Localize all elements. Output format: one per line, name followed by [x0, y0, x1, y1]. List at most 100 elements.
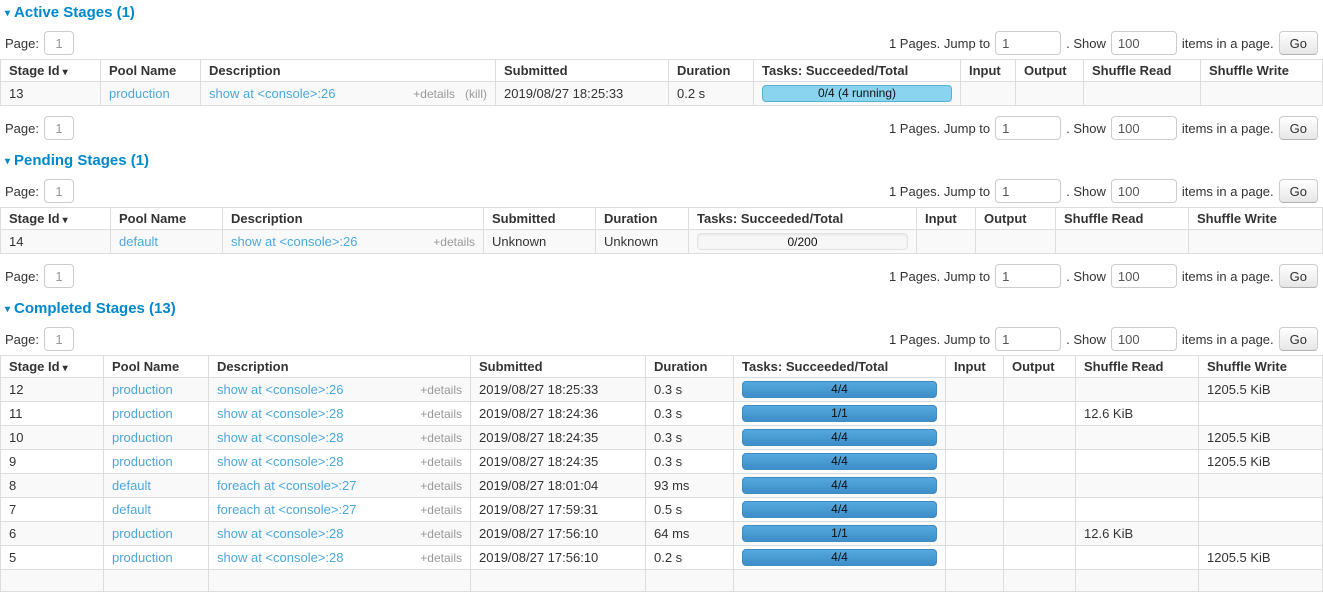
column-header-output[interactable]: Output [1016, 60, 1084, 82]
kill-link[interactable]: (kill) [465, 87, 487, 101]
jump-to-page-input[interactable] [995, 327, 1061, 351]
description-link[interactable]: show at <console>:28 [217, 526, 343, 541]
go-button[interactable]: Go [1279, 264, 1318, 288]
pool-name-link[interactable]: default [112, 478, 151, 493]
details-toggle[interactable]: +details [420, 407, 462, 421]
jump-to-page-input[interactable] [995, 264, 1061, 288]
details-toggle[interactable]: +details [420, 455, 462, 469]
column-header-pool-name[interactable]: Pool Name [111, 208, 223, 230]
page-number-input[interactable] [44, 327, 74, 351]
pool-name-link[interactable]: production [109, 86, 170, 101]
description-link[interactable]: show at <console>:28 [217, 550, 343, 565]
details-toggle[interactable]: +details [420, 383, 462, 397]
column-header-tasks-succeeded-total[interactable]: Tasks: Succeeded/Total [689, 208, 917, 230]
details-toggle[interactable]: +details [420, 551, 462, 565]
pool-name-link[interactable]: production [112, 550, 173, 565]
description-link[interactable]: foreach at <console>:27 [217, 502, 357, 517]
go-button[interactable]: Go [1279, 116, 1318, 140]
column-header-submitted[interactable]: Submitted [496, 60, 669, 82]
stage-id-cell: 8 [1, 474, 104, 498]
column-header-input[interactable]: Input [961, 60, 1016, 82]
page-size-input[interactable] [1111, 179, 1177, 203]
pool-name-link[interactable]: production [112, 454, 173, 469]
column-header-stage-id[interactable]: Stage Id▾ [1, 60, 101, 82]
description-link[interactable]: show at <console>:26 [231, 234, 357, 249]
column-header-label: Shuffle Read [1064, 211, 1143, 226]
page-size-input[interactable] [1111, 31, 1177, 55]
column-header-stage-id[interactable]: Stage Id▾ [1, 208, 111, 230]
column-header-label: Duration [604, 211, 657, 226]
description-cell: show at <console>:28 +details [209, 402, 471, 426]
page-number-input[interactable] [44, 116, 74, 140]
column-header-description[interactable]: Description [201, 60, 496, 82]
description-link[interactable]: show at <console>:28 [217, 454, 343, 469]
page-number-input[interactable] [44, 31, 74, 55]
column-header-stage-id[interactable]: Stage Id▾ [1, 356, 104, 378]
page-size-input[interactable] [1111, 264, 1177, 288]
section-toggle-active[interactable]: ▾Active Stages (1) [5, 4, 1318, 23]
column-header-shuffle-read[interactable]: Shuffle Read [1056, 208, 1189, 230]
go-button[interactable]: Go [1279, 327, 1318, 351]
pool-name-link[interactable]: default [119, 234, 158, 249]
column-header-shuffle-write[interactable]: Shuffle Write [1201, 60, 1323, 82]
column-header-submitted[interactable]: Submitted [471, 356, 646, 378]
column-header-input[interactable]: Input [946, 356, 1004, 378]
header-row: Stage Id▾Pool NameDescriptionSubmittedDu… [1, 60, 1323, 82]
description-link[interactable]: show at <console>:28 [217, 430, 343, 445]
pool-name-link[interactable]: default [112, 502, 151, 517]
pending-stages-section: ▾Pending Stages (1) Page: 1 Pages. Jump … [0, 152, 1323, 288]
pool-name-link[interactable]: production [112, 430, 173, 445]
jump-to-page-input[interactable] [995, 31, 1061, 55]
column-header-description[interactable]: Description [209, 356, 471, 378]
column-header-duration[interactable]: Duration [669, 60, 754, 82]
page-size-input[interactable] [1111, 116, 1177, 140]
pool-name-link[interactable]: production [112, 526, 173, 541]
column-header-description[interactable]: Description [223, 208, 484, 230]
table-row: 14defaultshow at <console>:26+detailsUnk… [1, 230, 1323, 254]
pool-name-link[interactable]: production [112, 382, 173, 397]
details-toggle[interactable]: +details [420, 527, 462, 541]
section-toggle-completed[interactable]: ▾Completed Stages (13) [5, 300, 1318, 319]
column-header-duration[interactable]: Duration [596, 208, 689, 230]
go-button[interactable]: Go [1279, 179, 1318, 203]
details-toggle[interactable]: +details [413, 87, 455, 101]
go-button[interactable]: Go [1279, 31, 1318, 55]
details-toggle[interactable]: +details [433, 235, 475, 249]
column-header-label: Pool Name [112, 359, 179, 374]
column-header-pool-name[interactable]: Pool Name [104, 356, 209, 378]
details-toggle[interactable]: +details [420, 503, 462, 517]
description-link[interactable]: show at <console>:26 [209, 86, 335, 101]
column-header-label: Output [1024, 63, 1067, 78]
pending-stages-table: Stage Id▾Pool NameDescriptionSubmitted Du… [0, 207, 1323, 254]
column-header-label: Shuffle Write [1207, 359, 1287, 374]
page-size-input[interactable] [1111, 327, 1177, 351]
collapse-arrow-icon: ▾ [5, 304, 10, 315]
column-header-shuffle-read[interactable]: Shuffle Read [1076, 356, 1199, 378]
tasks-cell: 4/4 [734, 378, 946, 402]
page-number-input[interactable] [44, 179, 74, 203]
column-header-shuffle-read[interactable]: Shuffle Read [1084, 60, 1201, 82]
column-header-input[interactable]: Input [917, 208, 976, 230]
column-header-label: Input [954, 359, 986, 374]
column-header-output[interactable]: Output [976, 208, 1056, 230]
section-toggle-pending[interactable]: ▾Pending Stages (1) [5, 152, 1318, 171]
column-header-tasks-succeeded-total[interactable]: Tasks: Succeeded/Total [734, 356, 946, 378]
page-label: Page: [5, 269, 39, 284]
description-link[interactable]: foreach at <console>:27 [217, 478, 357, 493]
column-header-shuffle-write[interactable]: Shuffle Write [1189, 208, 1323, 230]
output-cell [1004, 378, 1076, 402]
pool-name-link[interactable]: production [112, 406, 173, 421]
column-header-output[interactable]: Output [1004, 356, 1076, 378]
column-header-submitted[interactable]: Submitted [484, 208, 596, 230]
jump-to-page-input[interactable] [995, 116, 1061, 140]
column-header-duration[interactable]: Duration [646, 356, 734, 378]
column-header-pool-name[interactable]: Pool Name [101, 60, 201, 82]
details-toggle[interactable]: +details [420, 431, 462, 445]
description-link[interactable]: show at <console>:26 [217, 382, 343, 397]
jump-to-page-input[interactable] [995, 179, 1061, 203]
page-number-input[interactable] [44, 264, 74, 288]
description-link[interactable]: show at <console>:28 [217, 406, 343, 421]
column-header-tasks-succeeded-total[interactable]: Tasks: Succeeded/Total [754, 60, 961, 82]
column-header-shuffle-write[interactable]: Shuffle Write [1199, 356, 1323, 378]
details-toggle[interactable]: +details [420, 479, 462, 493]
